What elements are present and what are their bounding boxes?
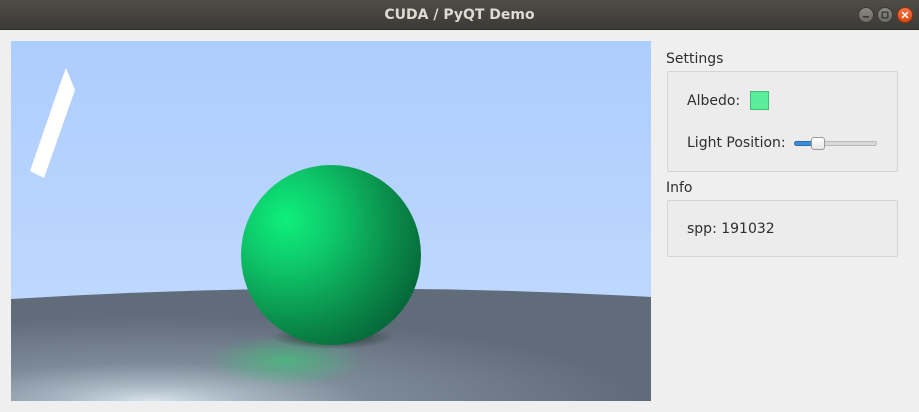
rendered-scene [11,41,651,401]
main-window: CUDA / PyQT Demo Settings Albedo: Light … [0,0,919,412]
title-bar[interactable]: CUDA / PyQT Demo [0,0,919,30]
maximize-icon [881,11,889,19]
settings-title: Settings [666,51,724,67]
light-position-slider[interactable] [794,137,877,151]
close-button[interactable] [897,7,913,23]
green-sphere [241,165,421,345]
settings-group [667,71,898,172]
light-position-label: Light Position: [687,135,786,151]
minimize-icon [863,16,869,18]
slider-handle[interactable] [811,137,825,150]
info-title: Info [666,180,693,196]
minimize-button[interactable] [858,7,874,23]
albedo-color-swatch[interactable] [750,91,769,110]
maximize-button[interactable] [877,7,893,23]
spp-counter: spp: 191032 [687,221,775,237]
albedo-label: Albedo: [687,93,741,109]
render-viewport[interactable] [11,41,651,401]
window-title: CUDA / PyQT Demo [384,7,535,23]
close-icon [901,11,909,19]
